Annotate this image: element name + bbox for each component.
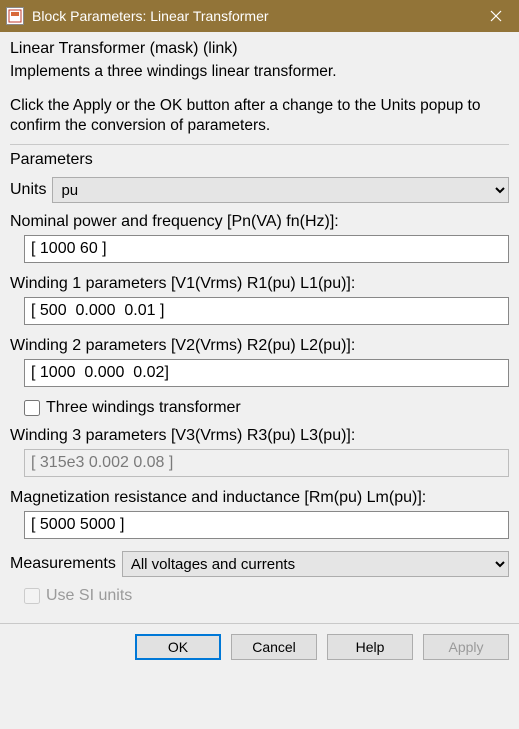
separator (10, 144, 509, 145)
winding3-input (24, 449, 509, 477)
measurements-dropdown[interactable]: All voltages and currents (122, 551, 509, 577)
winding1-input[interactable] (24, 297, 509, 325)
description-line-1: Implements a three windings linear trans… (10, 62, 509, 82)
close-button[interactable] (473, 0, 519, 32)
titlebar: Block Parameters: Linear Transformer (0, 0, 519, 32)
mask-link-line: Linear Transformer (mask) (link) (10, 40, 509, 58)
winding2-input[interactable] (24, 359, 509, 387)
use-si-checkbox (24, 588, 40, 604)
parameters-section-title: Parameters (10, 151, 509, 169)
button-bar: OK Cancel Help Apply (0, 624, 519, 672)
help-button[interactable]: Help (327, 634, 413, 660)
winding3-label: Winding 3 parameters [V3(Vrms) R3(pu) L3… (10, 427, 509, 445)
winding1-label: Winding 1 parameters [V1(Vrms) R1(pu) L1… (10, 275, 509, 293)
units-dropdown[interactable]: pu (52, 177, 509, 203)
cancel-button[interactable]: Cancel (231, 634, 317, 660)
window-title: Block Parameters: Linear Transformer (32, 8, 473, 24)
nominal-input[interactable] (24, 235, 509, 263)
ok-button[interactable]: OK (135, 634, 221, 660)
dialog-body: Linear Transformer (mask) (link) Impleme… (0, 32, 519, 623)
winding2-label: Winding 2 parameters [V2(Vrms) R2(pu) L2… (10, 337, 509, 355)
three-windings-checkbox[interactable] (24, 400, 40, 416)
use-si-label: Use SI units (46, 587, 132, 605)
description-line-2: Click the Apply or the OK button after a… (10, 96, 509, 136)
apply-button: Apply (423, 634, 509, 660)
three-windings-label: Three windings transformer (46, 399, 241, 417)
measurements-label: Measurements (10, 555, 116, 573)
nominal-label: Nominal power and frequency [Pn(VA) fn(H… (10, 213, 509, 231)
magnetization-input[interactable] (24, 511, 509, 539)
app-icon (6, 7, 24, 25)
close-icon (490, 10, 502, 22)
units-label: Units (10, 181, 46, 199)
magnetization-label: Magnetization resistance and inductance … (10, 489, 509, 507)
